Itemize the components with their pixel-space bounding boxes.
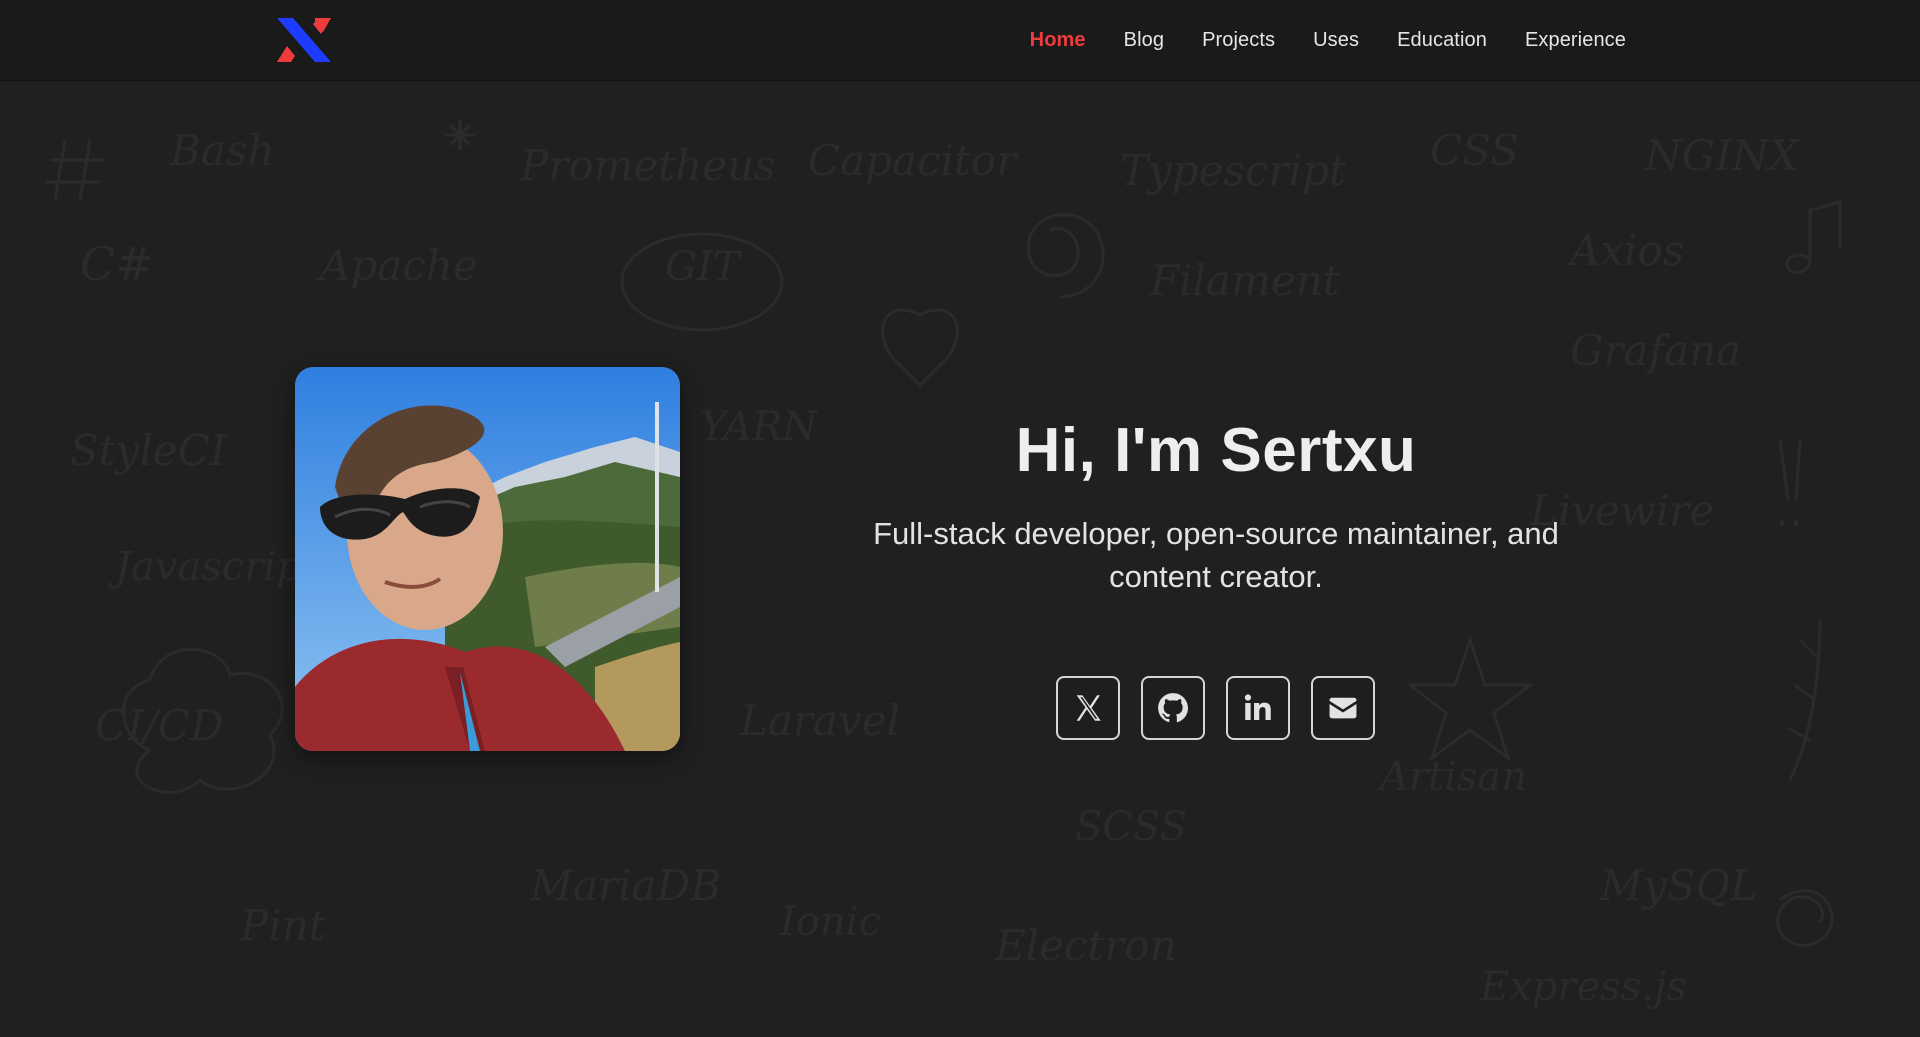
- nav-item-home[interactable]: Home: [1030, 29, 1086, 51]
- top-navbar: Home Blog Projects Uses Education Experi…: [0, 0, 1920, 80]
- x-link-button[interactable]: [1056, 676, 1120, 740]
- nav-menu: Home Blog Projects Uses Education Experi…: [992, 0, 1626, 80]
- hero-section: Hi, I'm Sertxu Full-stack developer, ope…: [0, 0, 1920, 1037]
- nav-item-education[interactable]: Education: [1397, 29, 1487, 51]
- hero-title: Hi, I'm Sertxu: [1015, 416, 1417, 485]
- email-link-button[interactable]: [1311, 676, 1375, 740]
- github-icon: [1158, 693, 1189, 723]
- intro-block: Hi, I'm Sertxu Full-stack developer, ope…: [770, 420, 1662, 598]
- hero-subtitle: Full-stack developer, open-source mainta…: [873, 516, 1559, 594]
- logo-icon: [277, 18, 331, 62]
- github-link-button[interactable]: [1141, 676, 1205, 740]
- profile-photo: [295, 367, 680, 751]
- social-links: [1056, 676, 1375, 740]
- nav-item-uses[interactable]: Uses: [1313, 29, 1359, 51]
- mail-icon: [1329, 697, 1357, 719]
- nav-item-experience[interactable]: Experience: [1525, 29, 1626, 51]
- nav-item-blog[interactable]: Blog: [1124, 29, 1164, 51]
- site-logo[interactable]: [277, 18, 331, 62]
- x-icon: [1076, 695, 1101, 721]
- linkedin-icon: [1244, 694, 1271, 721]
- linkedin-link-button[interactable]: [1226, 676, 1290, 740]
- nav-item-projects[interactable]: Projects: [1202, 29, 1275, 51]
